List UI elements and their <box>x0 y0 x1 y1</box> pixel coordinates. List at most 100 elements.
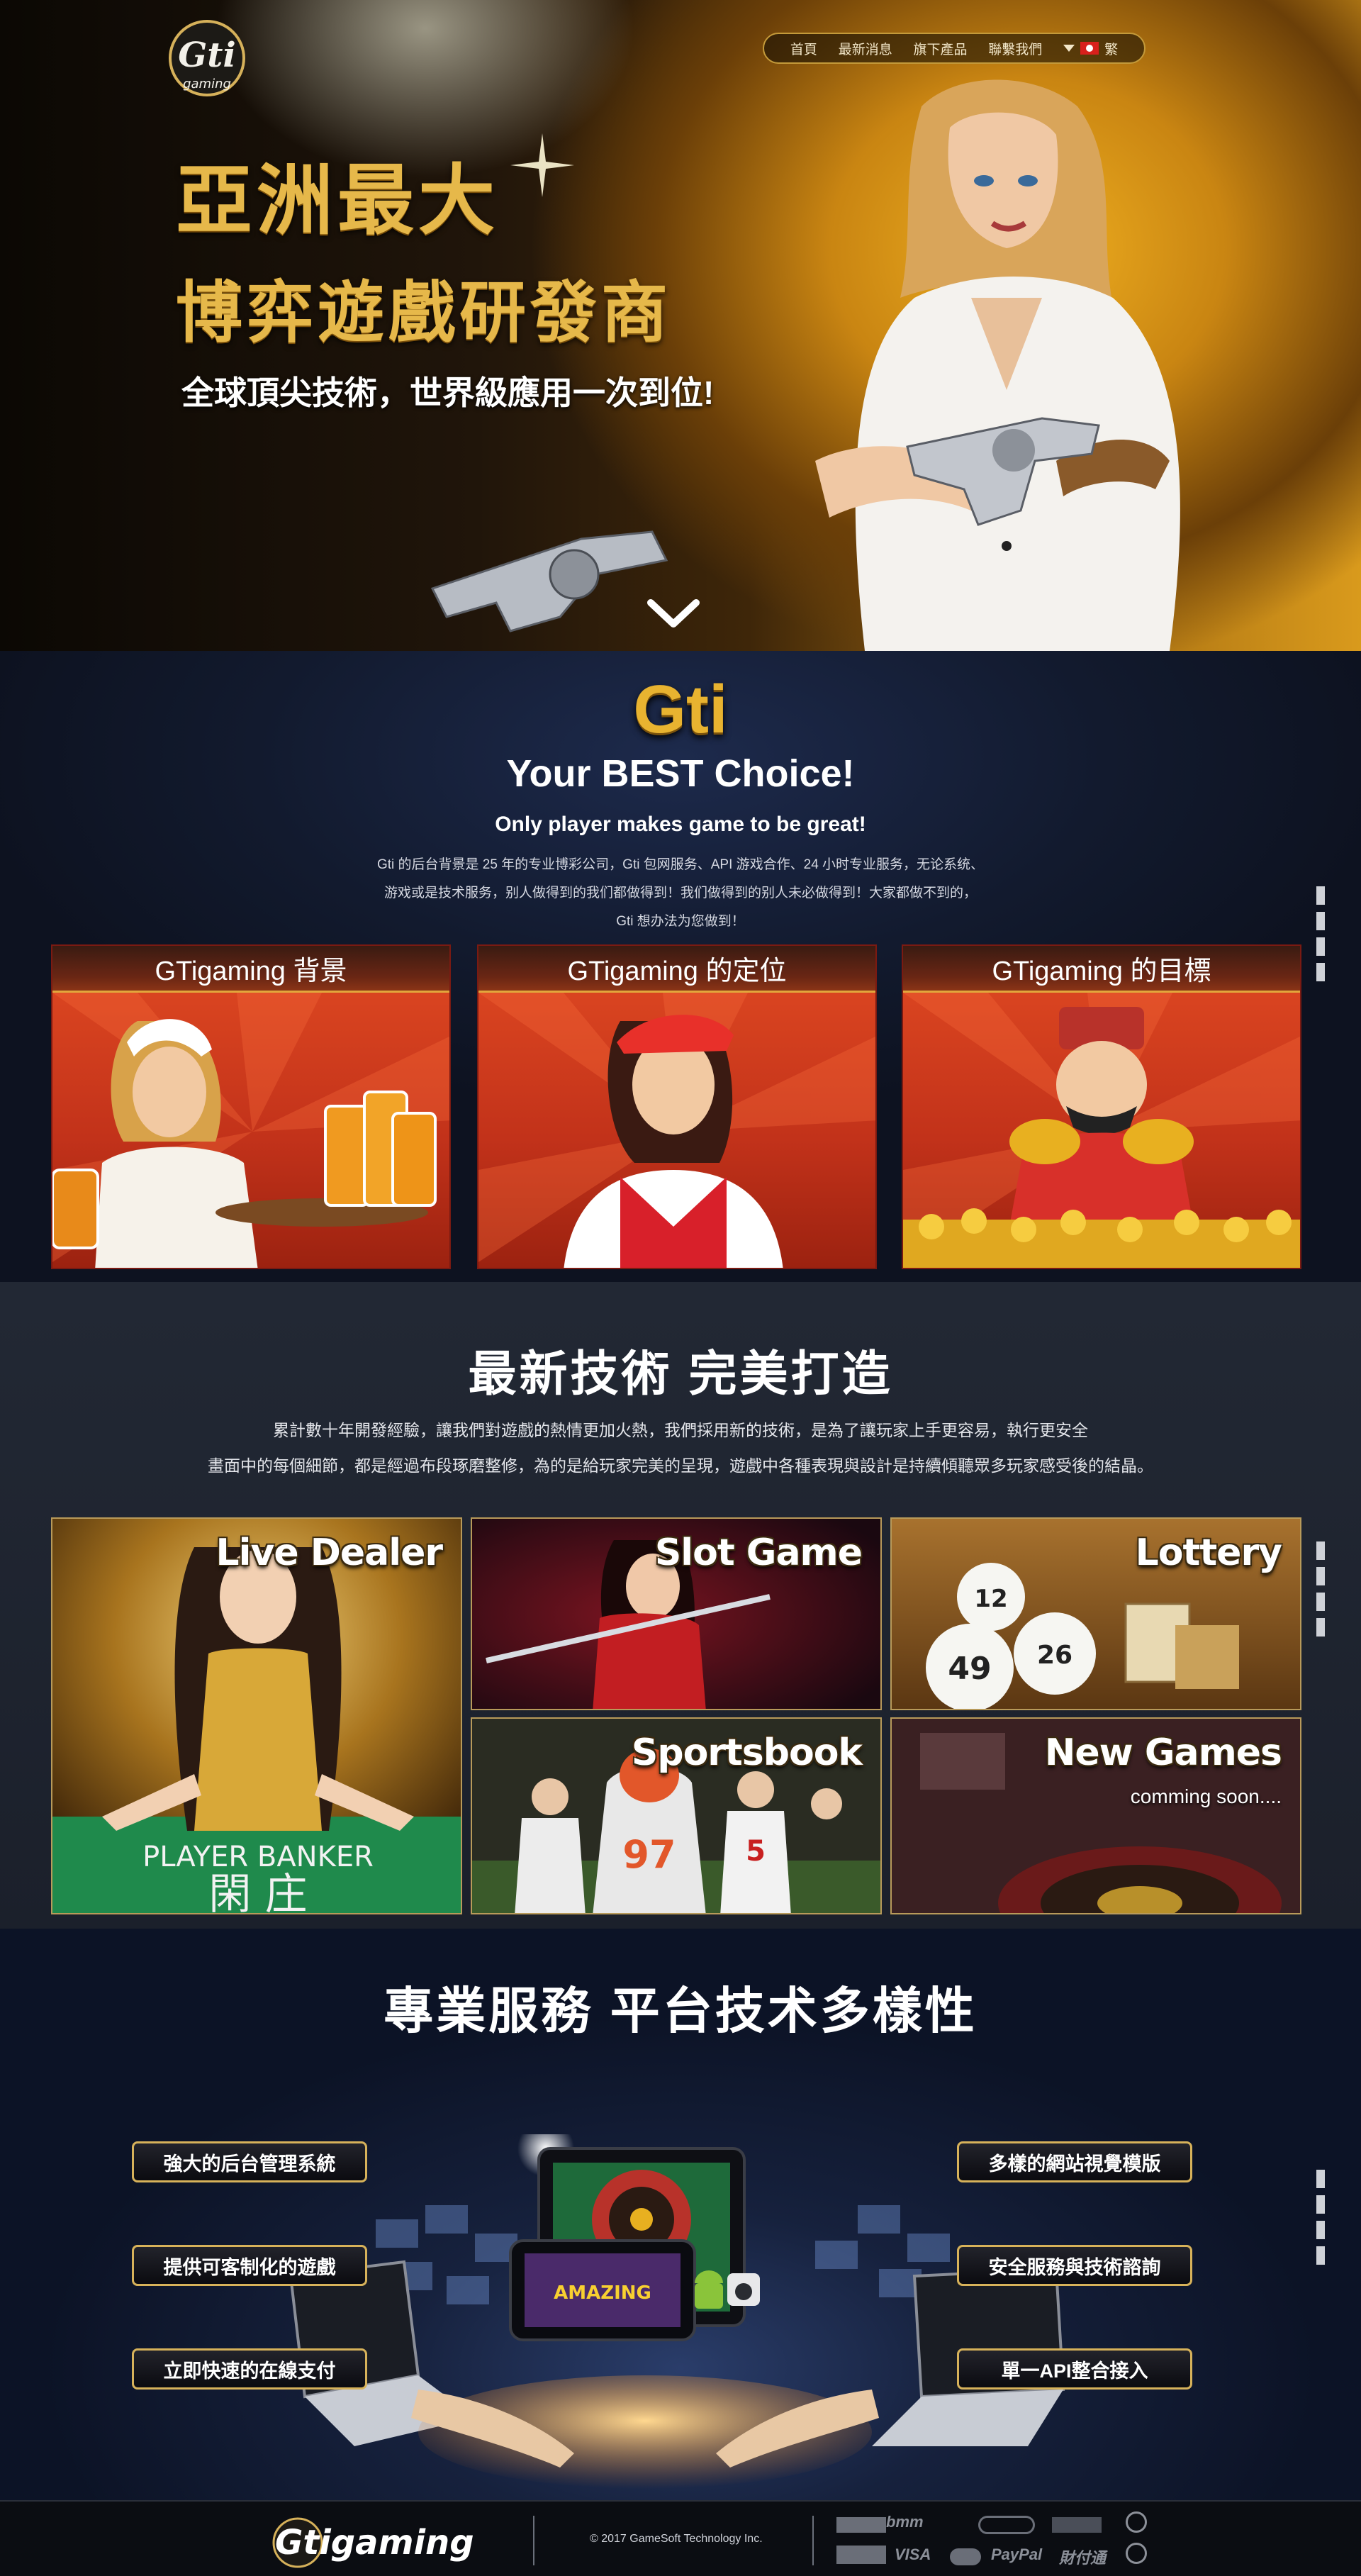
section-scroll-indicator <box>1316 2170 1325 2265</box>
tech-text-line: 累計數十年開發經驗，讓我們對遊戲的熱情更加火熱，我們採用新的技術，是為了讓玩家上… <box>273 1421 1088 1439</box>
footer-logo[interactable]: Gtigaming <box>269 2510 496 2570</box>
technology-section: 最新技術 完美打造 累計數十年開發經驗，讓我們對遊戲的熱情更加火熱，我們採用新的… <box>0 1282 1361 1929</box>
tile-sublabel: comming soon.... <box>1130 1785 1282 1807</box>
apple-icon <box>727 2273 760 2306</box>
intro-text-line: Gti 的后台背景是 25 年的专业博彩公司，Gti 包网服务、API 游戏合作… <box>376 857 985 872</box>
table-text-cn: 閑 庄 <box>208 1870 307 1914</box>
headline-line2: 博弈遊戲研發商 <box>176 274 673 352</box>
tile-sportsbook[interactable]: 97 5 Sportsbook <box>471 1717 882 1914</box>
tile-label: Slot Game <box>654 1532 863 1574</box>
dealer-girl-image <box>478 993 875 1268</box>
hero-tagline: 全球頂尖技術，世界級應用一次到位! <box>181 374 715 411</box>
service-api-button[interactable]: 單一API整合接入 <box>957 2348 1192 2390</box>
hero-banner: Gti gaming 首頁 最新消息 旗下產品 聯繫我們 繁 亞洲最大 博弈遊戲… <box>0 0 1361 651</box>
scroll-dot[interactable] <box>1316 2170 1325 2188</box>
service-security-button[interactable]: 安全服務與技術諮詢 <box>957 2245 1192 2286</box>
footer-divider <box>533 2516 534 2565</box>
headline-line1: 亞洲最大 <box>176 156 500 245</box>
ball-number: 26 <box>1037 1641 1072 1670</box>
card-title: GTigaming 背景 <box>52 946 449 993</box>
seal-icon <box>1126 2543 1147 2564</box>
nav-contact[interactable]: 聯繫我們 <box>988 39 1042 58</box>
tile-slot-game[interactable]: Slot Game <box>471 1517 882 1710</box>
tile-label: Sportsbook <box>631 1732 863 1774</box>
scroll-down-icon[interactable] <box>645 596 702 631</box>
card-background[interactable]: GTigaming 背景 <box>51 944 451 1269</box>
table-text: PLAYER BANKER <box>142 1841 374 1873</box>
nav-home[interactable]: 首頁 <box>790 39 817 58</box>
scroll-dot[interactable] <box>1316 2221 1325 2239</box>
intro-section: Gti Your BEST Choice! Only player makes … <box>0 651 1361 1282</box>
sparkle-icon <box>510 133 574 197</box>
tech-text-line: 畫面中的每個細節，都是經過布段琢磨整修，為的是給玩家完美的呈現，遊戲中各種表現與… <box>208 1456 1153 1475</box>
live-dealer-image: PLAYER BANKER 閑 庄 <box>52 1519 461 1914</box>
service-payment-button[interactable]: 立即快速的在線支付 <box>132 2348 367 2390</box>
copyright-text: © 2017 GameSoft Technology Inc. <box>590 2533 763 2545</box>
scroll-dot[interactable] <box>1316 2246 1325 2265</box>
language-label: 繁 <box>1104 42 1119 57</box>
jersey-number: 97 <box>622 1832 676 1877</box>
nav-products[interactable]: 旗下產品 <box>913 39 967 58</box>
jersey-number: 5 <box>746 1835 766 1868</box>
scroll-dot[interactable] <box>1316 2195 1325 2214</box>
section-title: 最新技術 完美打造 <box>468 1347 893 1401</box>
main-nav: 首頁 最新消息 旗下產品 聯繫我們 繁 <box>763 33 1146 64</box>
payment-logo: bmm <box>886 2513 924 2531</box>
scroll-dot[interactable] <box>1316 1618 1325 1637</box>
android-icon <box>695 2270 723 2309</box>
section-title: 專業服務 平台技术多樣性 <box>383 1983 978 2039</box>
hk-flag-icon <box>1080 42 1099 55</box>
badge-logo-icon <box>978 2516 1035 2534</box>
scroll-dot[interactable] <box>1316 886 1325 905</box>
gti-logo[interactable]: Gti gaming <box>163 17 255 102</box>
footer-logo-text: Gtigaming <box>275 2523 474 2563</box>
nav-news[interactable]: 最新消息 <box>839 39 892 58</box>
seal-icon <box>1126 2511 1147 2533</box>
language-selector[interactable]: 繁 <box>1063 39 1118 58</box>
revolver-image <box>430 530 668 632</box>
scroll-dot[interactable] <box>1316 937 1325 956</box>
tile-lottery[interactable]: 12 26 49 Lottery <box>890 1517 1301 1710</box>
intro-text-line: Gti 想办法为您做到！ <box>616 914 745 929</box>
service-custom-games-button[interactable]: 提供可客制化的遊戲 <box>132 2245 367 2286</box>
ball-number: 49 <box>948 1651 991 1687</box>
card-title: GTigaming 的定位 <box>478 946 875 993</box>
logo-sub: gaming <box>183 77 231 91</box>
wechat-pay-icon <box>1052 2517 1102 2533</box>
services-section: 專業服務 平台技术多樣性 AMAZING 強大的后台管理系統 提供可客制化的遊戲… <box>0 1929 1361 2500</box>
scroll-dot[interactable] <box>1316 912 1325 930</box>
tst-logo-icon <box>836 2517 886 2533</box>
tile-live-dealer[interactable]: PLAYER BANKER 閑 庄 Live Dealer <box>51 1517 462 1914</box>
fortune-god-image <box>903 993 1300 1268</box>
service-backend-button[interactable]: 強大的后台管理系統 <box>132 2141 367 2182</box>
scroll-dot[interactable] <box>1316 1541 1325 1560</box>
service-templates-button[interactable]: 多樣的網站視覺模版 <box>957 2141 1192 2182</box>
card-positioning[interactable]: GTigaming 的定位 <box>477 944 877 1269</box>
payment-logo: PayPal <box>991 2546 1043 2563</box>
section-title: Your BEST Choice! <box>506 752 855 795</box>
brand-title: Gti <box>633 671 728 747</box>
card-goals[interactable]: GTigaming 的目標 <box>902 944 1301 1269</box>
mastercard-icon <box>950 2548 981 2565</box>
tile-label: Live Dealer <box>215 1532 443 1574</box>
section-subtitle: Only player makes game to be great! <box>495 813 866 836</box>
intro-text-line: 游戏或是技术服务，别人做得到的我们都做得到！我们做得到的别人未必做得到！大家都做… <box>383 886 977 901</box>
tile-label: Lottery <box>1135 1532 1282 1574</box>
scroll-dot[interactable] <box>1316 963 1325 981</box>
scroll-dot[interactable] <box>1316 1593 1325 1611</box>
card-logo-icon <box>836 2546 886 2564</box>
scroll-dot[interactable] <box>1316 1567 1325 1585</box>
footer-divider <box>812 2516 814 2565</box>
section-scroll-indicator <box>1316 1541 1325 1637</box>
card-title: GTigaming 的目標 <box>903 946 1300 993</box>
tile-label: New Games <box>1044 1732 1282 1774</box>
logo-text: Gti <box>178 35 235 75</box>
section-scroll-indicator <box>1316 886 1325 981</box>
revolver-image <box>906 417 1100 526</box>
payment-logo: VISA <box>895 2546 931 2563</box>
payment-logo: 財付通 <box>1059 2549 1107 2567</box>
hero-character-image <box>815 79 1180 651</box>
devices-illustration: AMAZING <box>289 2134 1065 2489</box>
beer-waitress-image <box>52 993 449 1268</box>
tile-new-games[interactable]: New Games comming soon.... <box>890 1717 1301 1914</box>
